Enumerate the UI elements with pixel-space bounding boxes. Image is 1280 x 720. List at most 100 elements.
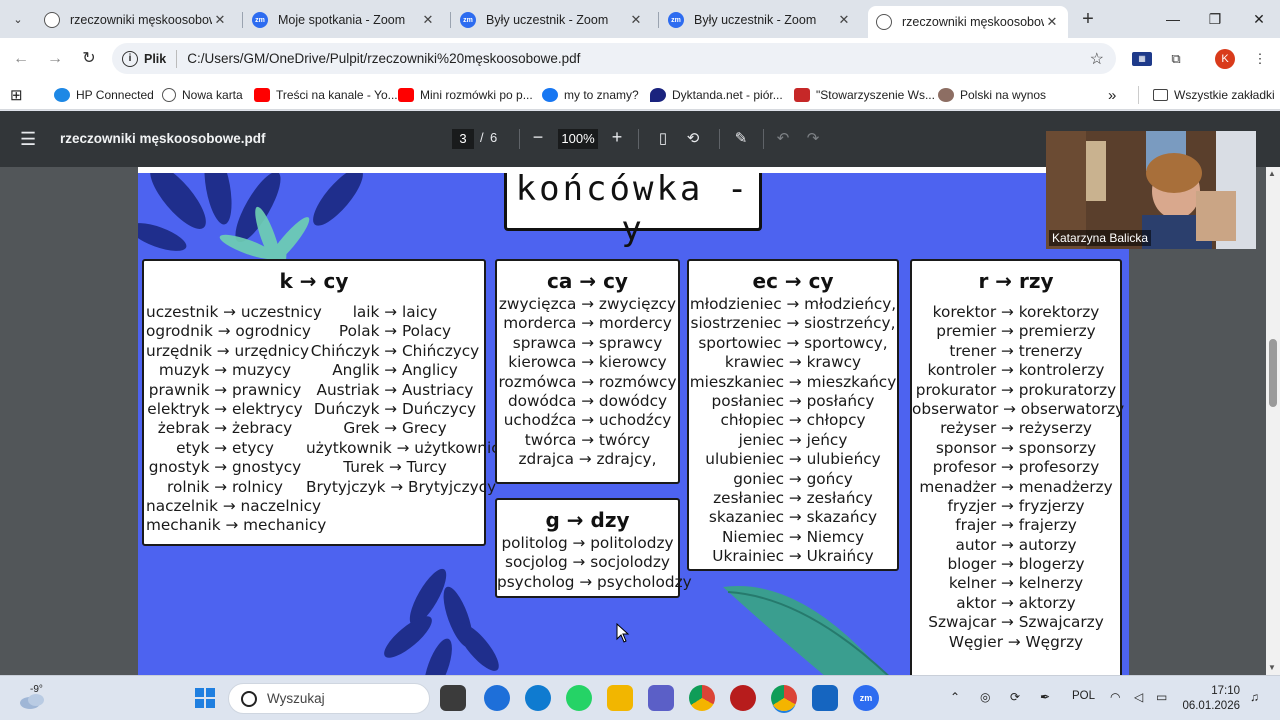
start-windows-icon[interactable] (192, 685, 218, 711)
reload-button[interactable]: ↻ (76, 46, 102, 72)
teams-icon[interactable] (648, 685, 674, 711)
vertical-scrollbar[interactable]: ▲ ▼ (1266, 167, 1280, 675)
word-pair: profesor → profesorzy (932, 458, 1100, 477)
word-pair: naczelnik → naczelnicy (146, 496, 322, 515)
profile-avatar[interactable]: K (1215, 49, 1235, 69)
menu-hamburger-icon[interactable]: ☰ (20, 129, 36, 150)
bookmark-star-icon[interactable]: ☆ (1090, 49, 1104, 69)
battery-icon[interactable]: ▭ (1156, 690, 1167, 704)
back-button[interactable]: ← (8, 46, 34, 72)
bookmark-nowa-karta[interactable]: Nowa karta (162, 86, 243, 104)
bookmark-label: "Stowarzyszenie Ws... (816, 88, 935, 102)
fit-page-icon[interactable]: ▯ (653, 129, 673, 147)
card-ec-cy: ec → cy młodzieniec → młodzieńcy, siostr… (687, 259, 899, 571)
rotate-icon[interactable]: ⟲ (683, 129, 703, 147)
close-icon[interactable]: ✕ (628, 12, 644, 28)
card-k-cy: k → cy uczestnik → uczestnicy ogrodnik →… (142, 259, 509, 546)
file-explorer-icon[interactable] (607, 685, 633, 711)
word-pair: reżyser → reżyserzy (940, 419, 1092, 438)
new-tab-button[interactable]: + (1078, 8, 1098, 31)
window-close-button[interactable]: ✕ (1236, 6, 1280, 32)
tab-rzeczowniki-1[interactable]: rzeczowniki męskoosobowe ✕ (36, 6, 236, 34)
zoom-video-tile[interactable]: Katarzyna Balicka (1046, 131, 1256, 249)
undo-icon[interactable]: ↶ (773, 129, 793, 147)
apps-grid-icon[interactable]: ⊞ (10, 86, 23, 104)
wifi-icon[interactable]: ◠ (1110, 690, 1120, 704)
page-number-input[interactable]: 3 (452, 129, 474, 149)
word-pair: krawiec → krawcy (724, 353, 862, 372)
word-pair: etyk → etycy (176, 438, 274, 457)
toolbar-divider (763, 129, 764, 149)
annotate-pen-icon[interactable]: ✎ (731, 129, 751, 147)
edge-icon[interactable] (525, 685, 551, 711)
game-app-icon[interactable] (730, 685, 756, 711)
maximize-button[interactable]: ❐ (1192, 6, 1238, 32)
clock[interactable]: 17:10 06.01.2026 (1182, 684, 1240, 714)
tray-app-icon[interactable]: ◎ (980, 690, 990, 704)
scroll-down-arrow-icon[interactable]: ▼ (1268, 663, 1276, 672)
notification-bell-icon[interactable]: ♫ (1250, 690, 1259, 704)
word-pair: goniec → gońcy (733, 469, 853, 488)
task-view-icon[interactable] (440, 685, 466, 711)
card-ca-cy: ca → cy zwycięzca → zwycięzcy morderca →… (495, 259, 680, 484)
address-bar[interactable]: i Plik C:/Users/GM/OneDrive/Pulpit/rzecz… (112, 43, 1116, 74)
menu-kebab-icon[interactable]: ⋮ (1250, 49, 1270, 69)
bookmark-dyktanda[interactable]: Dyktanda.net - piór... (650, 86, 783, 104)
page-heading: końcówka -y (515, 169, 751, 249)
extension-icon[interactable]: ▦ (1132, 52, 1152, 66)
word-pair: kierowca → kierowcy (508, 353, 667, 372)
tab-search-button[interactable]: ⌄ (6, 7, 30, 31)
minimize-button[interactable]: — (1150, 6, 1196, 32)
taskbar-search[interactable]: Wyszukaj (228, 683, 430, 714)
zoom-level-input[interactable]: 100% (558, 129, 598, 149)
zoom-taskbar-icon[interactable]: zm (853, 685, 879, 711)
extensions-puzzle-icon[interactable]: ⧉ (1166, 49, 1186, 69)
scroll-thumb[interactable] (1269, 339, 1277, 407)
zoom-in-button[interactable]: + (607, 127, 627, 148)
tab-byly-uczestnik-2[interactable]: zm Były uczestnik - Zoom ✕ (660, 6, 860, 34)
word-list-g: politolog → politolodzy socjolog → socjo… (497, 534, 692, 592)
tab-moje-spotkania[interactable]: zm Moje spotkania - Zoom ✕ (244, 6, 444, 34)
chrome-icon[interactable] (689, 685, 715, 711)
tray-chevron-icon[interactable]: ⌃ (950, 690, 960, 704)
word-pair: ogrodnik → ogrodnicy (146, 322, 311, 341)
url-text[interactable]: C:/Users/GM/OneDrive/Pulpit/rzeczowniki%… (187, 51, 580, 66)
tab-divider (658, 12, 659, 28)
bookmark-label: HP Connected (76, 88, 154, 102)
browser-toolbar: ← → ↻ i Plik C:/Users/GM/OneDrive/Pulpit… (0, 38, 1280, 80)
bookmark-stowarzyszenie[interactable]: "Stowarzyszenie Ws... (794, 86, 935, 104)
bookmark-tresci-youtube[interactable]: Treści na kanale - Yo... (254, 86, 398, 104)
forward-button[interactable]: → (42, 46, 68, 72)
pdf-page: końcówka -y k → cy uczestnik → uczestnic… (138, 167, 1129, 675)
scroll-up-arrow-icon[interactable]: ▲ (1268, 169, 1276, 178)
whatsapp-icon[interactable] (566, 685, 592, 711)
chrome-profile-icon[interactable] (771, 685, 797, 711)
page-total: 6 (490, 130, 498, 145)
word-pair: politolog → politolodzy (501, 534, 674, 552)
tab-rzeczowniki-active[interactable]: rzeczowniki męskoosobowe ✕ (868, 6, 1068, 38)
word-pair: twórca → twórcy (524, 430, 651, 449)
word-pair: użytkownik → użytkownicy (306, 438, 509, 457)
tray-sync-icon[interactable]: ⟳ (1010, 690, 1020, 704)
close-icon[interactable]: ✕ (420, 12, 436, 28)
edge-alt-icon[interactable] (484, 685, 510, 711)
tab-label: Były uczestnik - Zoom (694, 13, 817, 27)
close-icon[interactable]: ✕ (212, 12, 228, 28)
word-pair: urzędnik → urzędnicy (146, 341, 310, 360)
close-icon[interactable]: ✕ (836, 12, 852, 28)
all-bookmarks-button[interactable]: Wszystkie zakładki (1138, 86, 1275, 104)
close-icon[interactable]: ✕ (1044, 14, 1060, 30)
tray-pen-icon[interactable]: ✒ (1040, 690, 1050, 704)
tab-byly-uczestnik-1[interactable]: zm Były uczestnik - Zoom ✕ (452, 6, 652, 34)
bookmark-hp-connected[interactable]: HP Connected (54, 86, 154, 104)
bookmark-my-to-znamy[interactable]: my to znamy? (542, 86, 639, 104)
language-indicator[interactable]: POL (1072, 690, 1095, 702)
zoom-out-button[interactable]: − (528, 127, 548, 148)
bookmark-polski-na-wynos[interactable]: Polski na wynos (938, 86, 1046, 104)
redo-icon[interactable]: ↷ (803, 129, 823, 147)
volume-icon[interactable]: ◁ (1134, 690, 1143, 704)
document-app-icon[interactable] (812, 685, 838, 711)
info-icon[interactable]: i (122, 50, 138, 67)
bookmark-mini-rozmowki[interactable]: Mini rozmówki po p... (398, 86, 533, 104)
more-bookmarks-button[interactable]: » (1108, 86, 1116, 104)
